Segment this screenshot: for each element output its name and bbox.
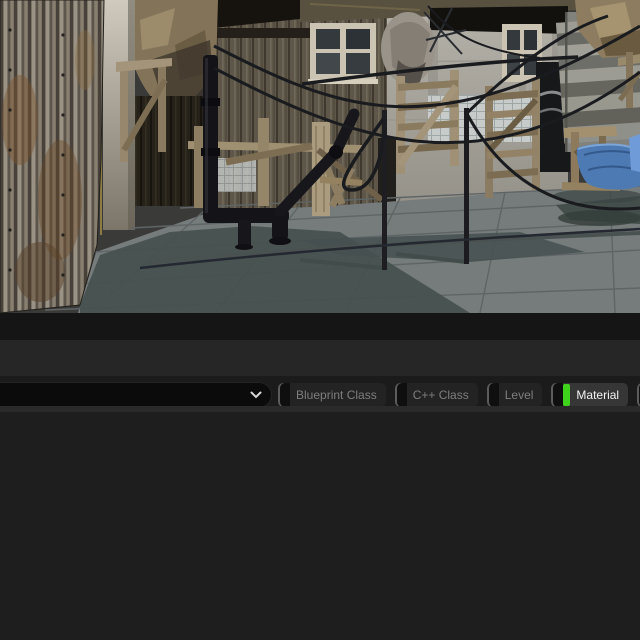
filter-cpp-class[interactable]: C++ Class bbox=[395, 383, 478, 407]
corrugated-metal-wall bbox=[0, 0, 104, 313]
unreal-editor-window: Blueprint Class C++ Class Level Material… bbox=[0, 0, 640, 640]
asset-grid: f_Pile_ bbox=[0, 412, 640, 640]
filter-blueprint-class[interactable]: Blueprint Class bbox=[278, 383, 386, 407]
filter-cap bbox=[487, 383, 499, 407]
viewport-scene bbox=[0, 0, 640, 313]
content-browser-header bbox=[0, 340, 640, 376]
filter-cap bbox=[551, 383, 563, 407]
filter-pills: Blueprint Class C++ Class Level Material… bbox=[278, 383, 640, 407]
filter-cap bbox=[278, 383, 290, 407]
filter-material[interactable]: Material bbox=[551, 383, 628, 407]
filter-label: Material bbox=[570, 383, 628, 407]
concrete-post bbox=[100, 0, 135, 235]
filter-cap bbox=[395, 383, 407, 407]
filter-label: C++ Class bbox=[407, 383, 478, 407]
filter-level[interactable]: Level bbox=[487, 383, 543, 407]
filter-label: Blueprint Class bbox=[290, 383, 386, 407]
filter-color-bar bbox=[563, 384, 570, 406]
chevron-down-icon bbox=[250, 391, 262, 399]
panel-separator-dark bbox=[0, 313, 640, 340]
filter-label: Level bbox=[499, 383, 543, 407]
level-viewport[interactable] bbox=[0, 0, 640, 313]
asset-search-dropdown[interactable] bbox=[0, 382, 272, 408]
